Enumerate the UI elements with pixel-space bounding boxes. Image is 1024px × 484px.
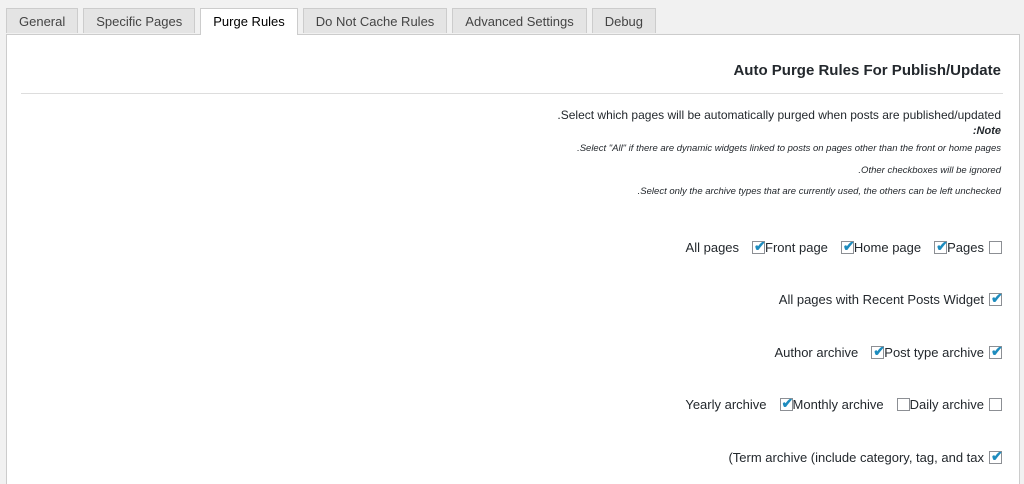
author-archive-label: Author archive	[774, 345, 859, 360]
option-row-date-archives: Yearly archive ✔ Monthly archive ✔ Daily…	[685, 395, 1002, 412]
daily-archive-label: Daily archive	[909, 397, 984, 412]
note-line-archives: .Select only the archive types that are …	[637, 186, 1001, 197]
front-page-label: Front page	[765, 240, 828, 255]
recent-posts-widget-label: All pages with Recent Posts Widget	[778, 292, 984, 307]
checkmark-icon: ✔	[781, 395, 794, 411]
checkmark-icon: ✔	[991, 448, 1003, 464]
note-line-all: .Select "All" if there are dynamic widge…	[577, 143, 1001, 154]
checkmark-icon: ✔	[991, 343, 1003, 359]
front-page-checkbox[interactable]: ✔	[752, 238, 766, 254]
tab-do-not-cache-rules[interactable]: Do Not Cache Rules	[302, 8, 448, 33]
yearly-archive-checkbox[interactable]: ✔	[779, 395, 794, 411]
checkmark-icon: ✔	[991, 290, 1003, 306]
option-row-author: Author archive ✔ Post type archive ✔	[774, 343, 1003, 360]
author-archive-checkbox[interactable]: ✔	[871, 343, 886, 359]
checkmark-icon: ✔	[842, 238, 855, 254]
tab-general[interactable]: General	[6, 8, 79, 33]
all-pages-label: All pages	[685, 240, 740, 255]
term-archive-checkbox[interactable]: ✔	[989, 448, 1003, 464]
post-type-archive-checkbox[interactable]: ✔	[989, 343, 1003, 359]
tab-bar: General Specific Pages Purge Rules Do No…	[6, 8, 657, 35]
pages-label: Pages	[947, 240, 984, 255]
checkmark-icon: ✔	[873, 343, 886, 359]
option-row-term: (Term archive (include category, tag, an…	[728, 448, 1003, 465]
monthly-archive-checkbox[interactable]: ✔	[896, 398, 910, 411]
term-archive-label: (Term archive (include category, tag, an…	[728, 450, 984, 465]
option-row-widget: All pages with Recent Posts Widget ✔	[778, 290, 1003, 307]
daily-archive-checkbox[interactable]: ✔	[989, 398, 1002, 411]
tab-purge-rules[interactable]: Purge Rules	[200, 8, 298, 35]
checkmark-icon: ✔	[936, 238, 948, 254]
tab-specific-pages[interactable]: Specific Pages	[83, 8, 196, 33]
home-page-checkbox[interactable]: ✔	[840, 238, 855, 254]
tab-advanced-settings[interactable]: Advanced Settings	[452, 8, 587, 33]
section-title: Auto Purge Rules For Publish/Update	[733, 62, 1001, 79]
home-page-label: Home page	[853, 240, 922, 255]
recent-posts-widget-checkbox[interactable]: ✔	[989, 290, 1003, 306]
pages-checkbox[interactable]: ✔	[934, 238, 948, 254]
section-divider	[21, 93, 1003, 94]
note-line-ignored: .Other checkboxes will be ignored	[858, 165, 1001, 176]
section-description: .Select which pages will be automaticall…	[557, 108, 1001, 122]
option-row-pages: All pages ✔ Front page ✔ Home page ✔ Pag…	[685, 238, 1002, 255]
all-pages-checkbox[interactable]: ✔	[989, 241, 1002, 254]
post-type-archive-label: Post type archive	[884, 345, 984, 360]
note-title: :Note	[972, 125, 1001, 137]
settings-panel: Auto Purge Rules For Publish/Update .Sel…	[6, 34, 1020, 484]
checkmark-icon: ✔	[754, 238, 766, 254]
yearly-archive-label: Yearly archive	[685, 397, 767, 412]
tab-debug[interactable]: Debug	[591, 8, 657, 33]
monthly-archive-label: Monthly archive	[792, 397, 884, 412]
